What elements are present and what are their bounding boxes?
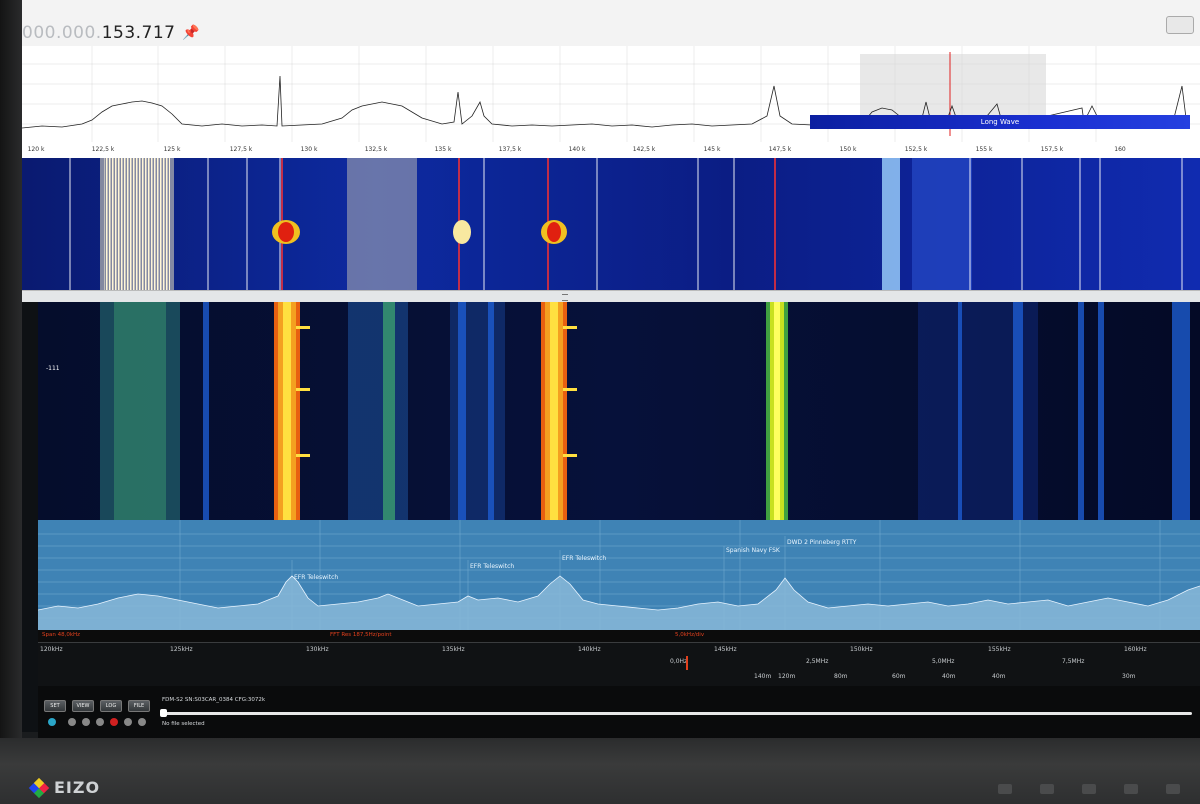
fft-res-readout: FFT Res 187,5Hz/point xyxy=(330,632,392,638)
scale-tick: 135kHz xyxy=(442,646,465,653)
window-menu-button[interactable] xyxy=(1166,16,1194,34)
play-icon[interactable] xyxy=(124,718,132,726)
file-status: No file selected xyxy=(162,721,205,727)
top-waterfall[interactable] xyxy=(22,158,1200,292)
axis-tick: 120 k xyxy=(27,146,45,153)
axis-tick: 145 k xyxy=(703,146,721,153)
brand-text: EIZO xyxy=(54,778,101,797)
axis-tick: 152,5 k xyxy=(904,146,928,153)
back-icon[interactable] xyxy=(82,718,90,726)
pin-icon[interactable]: 📌 xyxy=(182,25,199,41)
scale-tick: 145kHz xyxy=(714,646,737,653)
axis-tick: 142,5 k xyxy=(632,146,656,153)
analyzer-spectrum[interactable]: EFR Teleswitch EFR Teleswitch EFR Telesw… xyxy=(38,520,1200,640)
scale-tick: 130kHz xyxy=(306,646,329,653)
main-waterfall-signals xyxy=(100,302,1190,520)
band-scale: 140m 120m 80m 60m 40m 40m 30m xyxy=(38,670,1200,687)
scale-tick: 80m xyxy=(834,673,848,680)
set-button[interactable]: SET xyxy=(44,700,66,712)
monitor-button[interactable] xyxy=(1166,784,1180,794)
file-button[interactable]: FILE xyxy=(128,700,150,712)
frequency-scale: 120kHz 125kHz 130kHz 135kHz 140kHz 145kH… xyxy=(38,642,1200,657)
span-readout: Span 48,0kHz xyxy=(42,632,81,638)
monitor-buttons xyxy=(998,784,1180,794)
peak-label: Spanish Navy FSK xyxy=(726,547,780,554)
axis-tick: 155 k xyxy=(975,146,993,153)
top-bar: 000.000.153.717 📌 xyxy=(22,0,1200,47)
tuning-marker xyxy=(686,656,688,670)
axis-tick: 132,5 k xyxy=(364,146,388,153)
monitor-button[interactable] xyxy=(1082,784,1096,794)
peak-label: DWD 2 Pinneberg RTTY xyxy=(787,539,857,546)
axis-tick: 125 k xyxy=(163,146,181,153)
scale-tick: 120m xyxy=(778,673,796,680)
monitor-button[interactable] xyxy=(1124,784,1138,794)
power-icon[interactable] xyxy=(48,718,56,726)
axis-tick: 160 xyxy=(1114,146,1126,153)
scale-tick: 40m xyxy=(992,673,1006,680)
scale-tick: 155kHz xyxy=(988,646,1011,653)
loop-icon[interactable] xyxy=(138,718,146,726)
wideband-scale: 0,0Hz 2,5MHz 5,0MHz 7,5MHz xyxy=(38,656,1200,670)
left-rail xyxy=(22,302,38,732)
playback-slider[interactable] xyxy=(162,712,1192,715)
record-icon[interactable] xyxy=(110,718,118,726)
analyzer-trace xyxy=(38,520,1200,640)
monitor-bezel-left xyxy=(0,0,22,804)
scale-tick: 125kHz xyxy=(170,646,193,653)
scale-tick: 160kHz xyxy=(1124,646,1147,653)
scale-tick: 60m xyxy=(892,673,906,680)
spectrum-view[interactable]: Long Wave 120 k 122,5 k 125 k 127,5 k 13… xyxy=(22,46,1200,160)
axis-tick: 147,5 k xyxy=(768,146,792,153)
scale-tick: 150kHz xyxy=(850,646,873,653)
spectrum-trace xyxy=(22,46,1200,142)
device-info: FDM-S2 SN:S03CAR_0384 CFG:3072k xyxy=(162,697,266,703)
db-level-label: -111 xyxy=(46,365,60,372)
control-panel: SET VIEW LOG FILE FDM-S2 SN:S03CAR_0384 … xyxy=(38,686,1200,738)
view-button[interactable]: VIEW xyxy=(72,700,94,712)
top-waterfall-signals xyxy=(69,158,1183,292)
div-readout: 5,0kHz/div xyxy=(675,632,705,638)
axis-tick: 137,5 k xyxy=(498,146,522,153)
axis-tick: 135 k xyxy=(434,146,452,153)
scale-tick: 140m xyxy=(754,673,772,680)
peak-label: EFR Teleswitch xyxy=(562,555,607,562)
forward-icon[interactable] xyxy=(96,718,104,726)
peak-label: EFR Teleswitch xyxy=(294,574,339,581)
axis-tick: 127,5 k xyxy=(229,146,253,153)
axis-tick: 140 k xyxy=(568,146,586,153)
brand-mark-icon xyxy=(28,777,50,798)
rewind-icon[interactable] xyxy=(68,718,76,726)
log-button[interactable]: LOG xyxy=(100,700,122,712)
analyzer-info-line: Span 48,0kHz FFT Res 187,5Hz/point 5,0kH… xyxy=(38,630,1200,642)
playback-slider-knob[interactable] xyxy=(160,709,167,717)
scale-tick: 140kHz xyxy=(578,646,601,653)
scale-tick: 30m xyxy=(1122,673,1136,680)
peak-label: EFR Teleswitch xyxy=(470,563,515,570)
axis-tick: 157,5 k xyxy=(1040,146,1064,153)
main-waterfall[interactable] xyxy=(38,302,1200,520)
axis-tick: 130 k xyxy=(300,146,318,153)
frequency-prefix: 000.000. xyxy=(22,23,102,43)
long-wave-band-label[interactable]: Long Wave xyxy=(810,115,1190,129)
monitor-bezel-bottom xyxy=(0,738,1200,804)
monitor-button[interactable] xyxy=(998,784,1012,794)
spectrum-x-axis: 120 k 122,5 k 125 k 127,5 k 130 k 132,5 … xyxy=(22,144,1200,156)
frequency-value: 153.717 xyxy=(101,23,176,43)
scale-tick: 40m xyxy=(942,673,956,680)
scale-tick: 120kHz xyxy=(40,646,63,653)
axis-tick: 150 k xyxy=(839,146,857,153)
splitter-grip-icon[interactable] xyxy=(562,294,568,301)
axis-tick: 122,5 k xyxy=(91,146,115,153)
frequency-display[interactable]: 000.000.153.717 xyxy=(22,23,176,43)
monitor-button[interactable] xyxy=(1040,784,1054,794)
monitor-logo: EIZO xyxy=(28,777,101,798)
